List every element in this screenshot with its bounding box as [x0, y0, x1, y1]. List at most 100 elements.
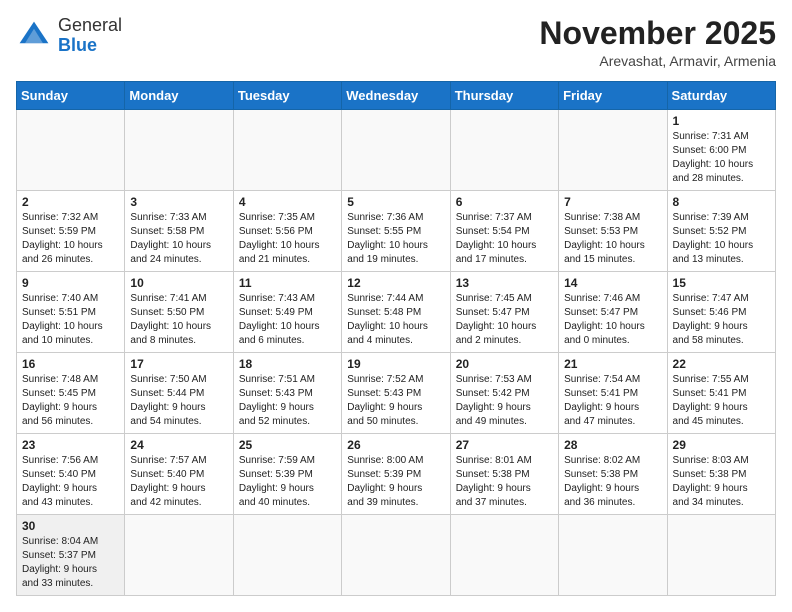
calendar-day-cell: 4Sunrise: 7:35 AM Sunset: 5:56 PM Daylig… — [233, 191, 341, 272]
day-info: Sunrise: 7:41 AM Sunset: 5:50 PM Dayligh… — [130, 292, 227, 348]
calendar-day-cell — [17, 110, 125, 191]
calendar-day-cell: 16Sunrise: 7:48 AM Sunset: 5:45 PM Dayli… — [17, 353, 125, 434]
calendar-day-cell: 10 Sunrise: 7:41 AM Sunset: 5:50 PM Dayli… — [125, 272, 233, 353]
logo-text: GeneralBlue — [58, 16, 122, 56]
day-info: Sunrise: 8:03 AM Sunset: 5:38 PM Dayligh… — [673, 454, 770, 510]
day-info: Sunrise: 7:53 AM Sunset: 5:42 PM Dayligh… — [456, 373, 553, 429]
calendar-day-cell: 21Sunrise: 7:54 AM Sunset: 5:41 PM Dayli… — [559, 353, 667, 434]
day-number: 8 — [673, 195, 770, 209]
logo: GeneralBlue — [16, 16, 122, 56]
day-number: 2 — [22, 195, 119, 209]
day-number: 20 — [456, 357, 553, 371]
day-info: Sunrise: 7:51 AM Sunset: 5:43 PM Dayligh… — [239, 373, 336, 429]
calendar-day-cell: 7Sunrise: 7:38 AM Sunset: 5:53 PM Daylig… — [559, 191, 667, 272]
calendar-day-cell: 17Sunrise: 7:50 AM Sunset: 5:44 PM Dayli… — [125, 353, 233, 434]
calendar-day-cell: 24Sunrise: 7:57 AM Sunset: 5:40 PM Dayli… — [125, 434, 233, 515]
day-number: 18 — [239, 357, 336, 371]
day-number: 3 — [130, 195, 227, 209]
day-number: 22 — [673, 357, 770, 371]
calendar-day-cell — [559, 515, 667, 596]
calendar-day-cell — [342, 515, 450, 596]
weekday-header: Monday — [125, 82, 233, 110]
title-section: November 2025 Arevashat, Armavir, Armeni… — [539, 16, 776, 69]
day-number: 24 — [130, 438, 227, 452]
calendar-week-row: 2 Sunrise: 7:32 AM Sunset: 5:59 PM Daylig… — [17, 191, 776, 272]
day-info: Sunrise: 7:59 AM Sunset: 5:39 PM Dayligh… — [239, 454, 336, 510]
weekday-header: Wednesday — [342, 82, 450, 110]
day-info: Sunrise: 7:44 AM Sunset: 5:48 PM Dayligh… — [347, 292, 444, 348]
calendar-day-cell — [450, 515, 558, 596]
calendar-day-cell: 25Sunrise: 7:59 AM Sunset: 5:39 PM Dayli… — [233, 434, 341, 515]
calendar-day-cell: 13 Sunrise: 7:45 AM Sunset: 5:47 PM Dayli… — [450, 272, 558, 353]
weekday-header: Friday — [559, 82, 667, 110]
calendar-title: November 2025 — [539, 16, 776, 51]
day-info: Sunrise: 7:32 AM Sunset: 5:59 PM Dayligh… — [22, 211, 119, 267]
logo-icon — [16, 18, 52, 54]
day-number: 13 — [456, 276, 553, 290]
day-info: Sunrise: 7:56 AM Sunset: 5:40 PM Dayligh… — [22, 454, 119, 510]
day-info: Sunrise: 7:43 AM Sunset: 5:49 PM Dayligh… — [239, 292, 336, 348]
calendar-day-cell: 12Sunrise: 7:44 AM Sunset: 5:48 PM Dayli… — [342, 272, 450, 353]
calendar-day-cell — [233, 110, 341, 191]
calendar-day-cell: 2 Sunrise: 7:32 AM Sunset: 5:59 PM Daylig… — [17, 191, 125, 272]
calendar-day-cell: 27Sunrise: 8:01 AM Sunset: 5:38 PM Dayli… — [450, 434, 558, 515]
day-info: Sunrise: 7:46 AM Sunset: 5:47 PM Dayligh… — [564, 292, 661, 348]
day-info: Sunrise: 7:36 AM Sunset: 5:55 PM Dayligh… — [347, 211, 444, 267]
weekday-header: Sunday — [17, 82, 125, 110]
weekday-header: Tuesday — [233, 82, 341, 110]
calendar-day-cell: 26 Sunrise: 8:00 AM Sunset: 5:39 PM Dayli… — [342, 434, 450, 515]
day-info: Sunrise: 7:37 AM Sunset: 5:54 PM Dayligh… — [456, 211, 553, 267]
day-number: 9 — [22, 276, 119, 290]
day-info: Sunrise: 7:54 AM Sunset: 5:41 PM Dayligh… — [564, 373, 661, 429]
day-number: 16 — [22, 357, 119, 371]
calendar-day-cell — [125, 515, 233, 596]
day-number: 26 — [347, 438, 444, 452]
calendar-day-cell: 5 Sunrise: 7:36 AM Sunset: 5:55 PM Daylig… — [342, 191, 450, 272]
calendar-day-cell — [450, 110, 558, 191]
day-info: Sunrise: 7:40 AM Sunset: 5:51 PM Dayligh… — [22, 292, 119, 348]
calendar-day-cell: 18 Sunrise: 7:51 AM Sunset: 5:43 PM Dayli… — [233, 353, 341, 434]
day-number: 7 — [564, 195, 661, 209]
calendar-day-cell: 19Sunrise: 7:52 AM Sunset: 5:43 PM Dayli… — [342, 353, 450, 434]
calendar-week-row: 23Sunrise: 7:56 AM Sunset: 5:40 PM Dayli… — [17, 434, 776, 515]
day-info: Sunrise: 8:02 AM Sunset: 5:38 PM Dayligh… — [564, 454, 661, 510]
calendar-day-cell: 22Sunrise: 7:55 AM Sunset: 5:41 PM Dayli… — [667, 353, 775, 434]
calendar-day-cell — [559, 110, 667, 191]
calendar-week-row: 1 Sunrise: 7:31 AM Sunset: 6:00 PM Daylig… — [17, 110, 776, 191]
day-info: Sunrise: 7:35 AM Sunset: 5:56 PM Dayligh… — [239, 211, 336, 267]
calendar-day-cell — [667, 515, 775, 596]
calendar-day-cell: 8 Sunrise: 7:39 AM Sunset: 5:52 PM Daylig… — [667, 191, 775, 272]
calendar-day-cell — [125, 110, 233, 191]
day-number: 6 — [456, 195, 553, 209]
day-number: 30 — [22, 519, 119, 533]
calendar-day-cell: 15 Sunrise: 7:47 AM Sunset: 5:46 PM Dayli… — [667, 272, 775, 353]
calendar-day-cell: 11 Sunrise: 7:43 AM Sunset: 5:49 PM Dayli… — [233, 272, 341, 353]
day-info: Sunrise: 8:04 AM Sunset: 5:37 PM Dayligh… — [22, 535, 119, 591]
header: GeneralBlue November 2025 Arevashat, Arm… — [16, 16, 776, 69]
day-number: 10 — [130, 276, 227, 290]
day-number: 15 — [673, 276, 770, 290]
calendar-day-cell — [233, 515, 341, 596]
day-info: Sunrise: 7:47 AM Sunset: 5:46 PM Dayligh… — [673, 292, 770, 348]
day-info: Sunrise: 7:39 AM Sunset: 5:52 PM Dayligh… — [673, 211, 770, 267]
calendar-day-cell: 28Sunrise: 8:02 AM Sunset: 5:38 PM Dayli… — [559, 434, 667, 515]
day-number: 11 — [239, 276, 336, 290]
calendar-day-cell: 9 Sunrise: 7:40 AM Sunset: 5:51 PM Daylig… — [17, 272, 125, 353]
day-number: 5 — [347, 195, 444, 209]
calendar-subtitle: Arevashat, Armavir, Armenia — [539, 53, 776, 69]
day-info: Sunrise: 7:33 AM Sunset: 5:58 PM Dayligh… — [130, 211, 227, 267]
weekday-header: Saturday — [667, 82, 775, 110]
calendar-week-row: 9 Sunrise: 7:40 AM Sunset: 5:51 PM Daylig… — [17, 272, 776, 353]
day-info: Sunrise: 7:45 AM Sunset: 5:47 PM Dayligh… — [456, 292, 553, 348]
day-info: Sunrise: 7:31 AM Sunset: 6:00 PM Dayligh… — [673, 130, 770, 186]
calendar-day-cell: 6 Sunrise: 7:37 AM Sunset: 5:54 PM Daylig… — [450, 191, 558, 272]
calendar-day-cell: 1 Sunrise: 7:31 AM Sunset: 6:00 PM Daylig… — [667, 110, 775, 191]
calendar-table: SundayMondayTuesdayWednesdayThursdayFrid… — [16, 81, 776, 596]
calendar-day-cell — [342, 110, 450, 191]
day-number: 1 — [673, 114, 770, 128]
calendar-day-cell: 30 Sunrise: 8:04 AM Sunset: 5:37 PM Dayli… — [17, 515, 125, 596]
calendar-day-cell: 23Sunrise: 7:56 AM Sunset: 5:40 PM Dayli… — [17, 434, 125, 515]
day-info: Sunrise: 8:00 AM Sunset: 5:39 PM Dayligh… — [347, 454, 444, 510]
day-info: Sunrise: 8:01 AM Sunset: 5:38 PM Dayligh… — [456, 454, 553, 510]
day-number: 29 — [673, 438, 770, 452]
